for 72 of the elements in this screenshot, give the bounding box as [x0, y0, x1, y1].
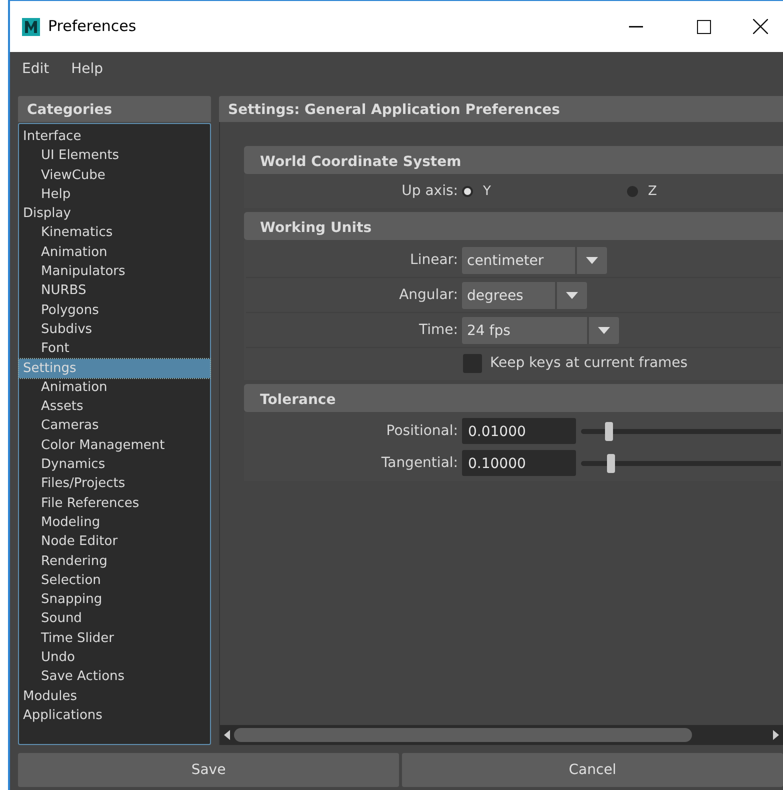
category-item[interactable]: Manipulators: [19, 262, 210, 282]
category-item[interactable]: Snapping: [19, 590, 210, 610]
category-item[interactable]: Selection: [19, 570, 210, 590]
category-item[interactable]: ViewCube: [19, 166, 210, 185]
category-item[interactable]: Font: [19, 339, 210, 359]
category-item[interactable]: Display: [19, 204, 210, 224]
field-label: Time:: [418, 320, 459, 340]
category-item[interactable]: Color Management: [19, 436, 210, 456]
category-item[interactable]: Rendering: [19, 552, 210, 571]
horizontal-scrollbar[interactable]: [220, 725, 783, 745]
field-label: Tangential:: [380, 454, 459, 472]
close-icon: [752, 19, 768, 34]
category-item[interactable]: Files/Projects: [19, 474, 210, 494]
caret-icon: [586, 256, 598, 264]
category-item[interactable]: Applications: [19, 706, 210, 726]
dropdown-value: centimeter: [462, 246, 575, 274]
checkbox[interactable]: [463, 354, 482, 372]
dialog-button[interactable]: Save: [18, 753, 399, 787]
section-header: Working Units: [244, 212, 783, 240]
maximize-icon: [697, 20, 711, 34]
category-item[interactable]: Dynamics: [19, 455, 210, 474]
radio-button[interactable]: [462, 186, 473, 197]
dropdown[interactable]: centimeter: [462, 246, 607, 274]
category-item[interactable]: Undo: [19, 648, 210, 668]
scroll-right-icon[interactable]: [773, 730, 779, 740]
radio-label: Y: [483, 182, 491, 201]
field-label: Positional:: [385, 422, 459, 440]
category-item[interactable]: Save Actions: [19, 667, 210, 687]
section-header: World Coordinate System: [244, 146, 783, 174]
radio-button[interactable]: [627, 186, 638, 197]
radio-label: Z: [648, 182, 657, 201]
menu-item[interactable]: Help: [71, 58, 104, 80]
category-item[interactable]: Kinematics: [19, 223, 210, 243]
slider-thumb[interactable]: [607, 454, 615, 472]
app-logo-icon: [22, 18, 40, 36]
dropdown[interactable]: degrees: [462, 282, 587, 308]
category-item[interactable]: Animation: [19, 378, 210, 398]
minimize-icon: [629, 26, 643, 28]
slider-thumb[interactable]: [605, 422, 613, 440]
category-item[interactable]: File References: [19, 494, 210, 513]
category-item[interactable]: Polygons: [19, 300, 210, 320]
scroll-left-icon[interactable]: [224, 730, 230, 740]
field-label: Angular:: [398, 286, 459, 304]
category-item[interactable]: Sound: [19, 609, 210, 629]
category-item[interactable]: Interface: [19, 127, 210, 146]
checkbox-label: Keep keys at current frames: [490, 354, 688, 372]
number-field[interactable]: 0.01000: [462, 418, 576, 444]
category-item[interactable]: Subdivs: [19, 320, 210, 340]
category-item[interactable]: Node Editor: [19, 532, 210, 552]
category-item[interactable]: NURBS: [19, 281, 210, 301]
category-item[interactable]: Animation: [19, 242, 210, 262]
section-header: Tolerance: [244, 384, 783, 412]
category-item[interactable]: Assets: [19, 397, 210, 416]
dropdown-value: degrees: [462, 282, 555, 308]
category-item[interactable]: Modeling: [19, 512, 210, 532]
window-title: Preferences: [48, 16, 136, 38]
field-label: Up axis:: [400, 182, 459, 201]
category-item[interactable]: UI Elements: [19, 146, 210, 166]
caret-icon: [566, 292, 578, 298]
category-item[interactable]: Time Slider: [19, 628, 210, 648]
number-field[interactable]: 0.10000: [462, 450, 576, 476]
dropdown-value: 24 fps: [462, 316, 587, 344]
category-item[interactable]: Help: [19, 184, 210, 204]
dropdown[interactable]: 24 fps: [462, 316, 619, 344]
panel-header: Settings: General Application Preferences: [219, 96, 783, 122]
category-item[interactable]: Modules: [19, 686, 210, 706]
menu-item[interactable]: Edit: [22, 58, 50, 80]
category-item[interactable]: Cameras: [19, 416, 210, 436]
panel-header: Categories: [18, 96, 211, 122]
dialog-button[interactable]: Cancel: [402, 753, 783, 787]
field-label: Linear:: [409, 250, 459, 270]
caret-icon: [598, 326, 610, 334]
